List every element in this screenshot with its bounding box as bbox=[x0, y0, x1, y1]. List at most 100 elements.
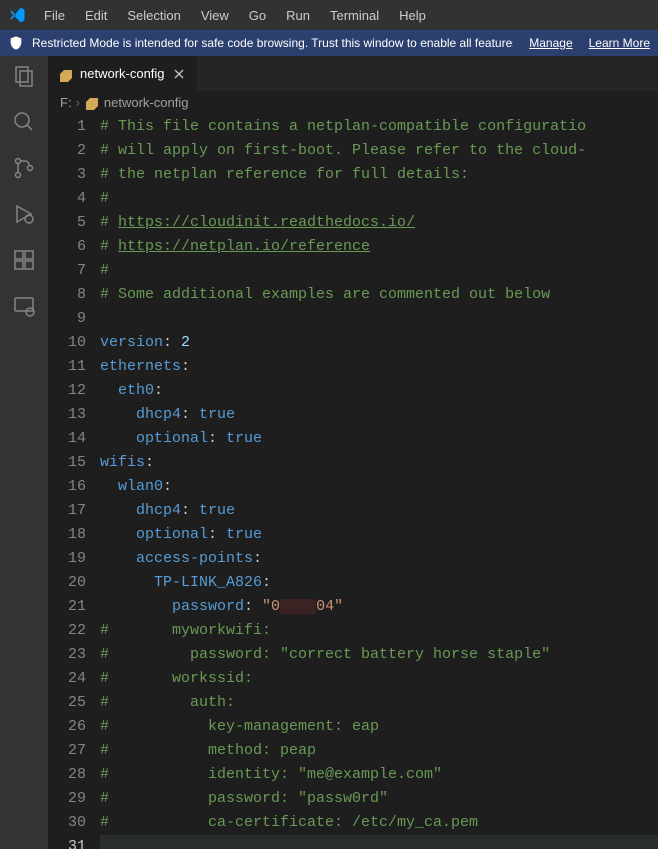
menu-item-go[interactable]: Go bbox=[241, 4, 274, 27]
line-number: 25 bbox=[48, 691, 86, 715]
breadcrumb-file[interactable]: network-config bbox=[104, 95, 189, 110]
line-number: 13 bbox=[48, 403, 86, 427]
menu-item-view[interactable]: View bbox=[193, 4, 237, 27]
line-number: 28 bbox=[48, 763, 86, 787]
manage-link[interactable]: Manage bbox=[529, 36, 572, 50]
code-line[interactable]: # identity: "me@example.com" bbox=[100, 763, 658, 787]
code-line[interactable]: # bbox=[100, 187, 658, 211]
code-line[interactable]: optional: true bbox=[100, 523, 658, 547]
tab-label: network-config bbox=[80, 66, 165, 81]
restricted-message: Restricted Mode is intended for safe cod… bbox=[32, 36, 513, 50]
line-number: 23 bbox=[48, 643, 86, 667]
code-line[interactable]: # ca-certificate: /etc/my_ca.pem bbox=[100, 811, 658, 835]
line-number: 7 bbox=[48, 259, 86, 283]
menu-item-selection[interactable]: Selection bbox=[119, 4, 188, 27]
line-number: 15 bbox=[48, 451, 86, 475]
code-line[interactable]: ethernets: bbox=[100, 355, 658, 379]
line-number: 20 bbox=[48, 571, 86, 595]
code-line[interactable]: wifis: bbox=[100, 451, 658, 475]
breadcrumb-drive[interactable]: F: bbox=[60, 95, 72, 110]
line-number: 26 bbox=[48, 715, 86, 739]
code-line[interactable]: # bbox=[100, 259, 658, 283]
remote-icon[interactable] bbox=[12, 294, 36, 318]
code-line[interactable]: access-points: bbox=[100, 547, 658, 571]
line-number: 9 bbox=[48, 307, 86, 331]
code-line[interactable]: # will apply on first-boot. Please refer… bbox=[100, 139, 658, 163]
line-number: 10 bbox=[48, 331, 86, 355]
code-line[interactable]: # myworkwifi: bbox=[100, 619, 658, 643]
code-lines[interactable]: # This file contains a netplan-compatibl… bbox=[100, 113, 658, 849]
line-number: 11 bbox=[48, 355, 86, 379]
code-line[interactable]: # password: "passw0rd" bbox=[100, 787, 658, 811]
code-line[interactable]: # This file contains a netplan-compatibl… bbox=[100, 115, 658, 139]
line-number: 17 bbox=[48, 499, 86, 523]
file-icon bbox=[84, 94, 100, 110]
code-line[interactable]: password: "004" bbox=[100, 595, 658, 619]
line-number-gutter: 1234567891011121314151617181920212223242… bbox=[48, 113, 100, 849]
line-number: 16 bbox=[48, 475, 86, 499]
extensions-icon[interactable] bbox=[12, 248, 36, 272]
title-bar: File Edit Selection View Go Run Terminal… bbox=[0, 0, 658, 30]
line-number: 12 bbox=[48, 379, 86, 403]
chevron-right-icon: › bbox=[76, 95, 80, 110]
line-number: 2 bbox=[48, 139, 86, 163]
line-number: 4 bbox=[48, 187, 86, 211]
run-debug-icon[interactable] bbox=[12, 202, 36, 226]
file-icon bbox=[58, 66, 74, 82]
code-line[interactable] bbox=[100, 835, 658, 849]
line-number: 19 bbox=[48, 547, 86, 571]
tab-bar: network-config bbox=[48, 56, 658, 91]
line-number: 22 bbox=[48, 619, 86, 643]
code-line[interactable]: version: 2 bbox=[100, 331, 658, 355]
menu-item-run[interactable]: Run bbox=[278, 4, 318, 27]
code-line[interactable]: optional: true bbox=[100, 427, 658, 451]
activity-bar bbox=[0, 56, 48, 849]
code-line[interactable]: # password: "correct battery horse stapl… bbox=[100, 643, 658, 667]
main-area: network-config F: › network-config 12345… bbox=[0, 56, 658, 849]
vscode-logo-icon bbox=[8, 6, 26, 24]
menu-item-edit[interactable]: Edit bbox=[77, 4, 115, 27]
line-number: 18 bbox=[48, 523, 86, 547]
code-line[interactable]: # key-management: eap bbox=[100, 715, 658, 739]
explorer-icon[interactable] bbox=[12, 64, 36, 88]
restricted-mode-banner: Restricted Mode is intended for safe cod… bbox=[0, 30, 658, 56]
code-line[interactable]: # method: peap bbox=[100, 739, 658, 763]
line-number: 29 bbox=[48, 787, 86, 811]
code-editor[interactable]: 1234567891011121314151617181920212223242… bbox=[48, 113, 658, 849]
source-control-icon[interactable] bbox=[12, 156, 36, 180]
menu-item-file[interactable]: File bbox=[36, 4, 73, 27]
code-line[interactable]: dhcp4: true bbox=[100, 499, 658, 523]
menu-item-terminal[interactable]: Terminal bbox=[322, 4, 387, 27]
close-icon[interactable] bbox=[171, 66, 187, 82]
search-icon[interactable] bbox=[12, 110, 36, 134]
line-number: 21 bbox=[48, 595, 86, 619]
learn-more-link[interactable]: Learn More bbox=[589, 36, 650, 50]
redacted-text bbox=[280, 599, 316, 614]
line-number: 31 bbox=[48, 835, 86, 849]
menu-item-help[interactable]: Help bbox=[391, 4, 434, 27]
line-number: 8 bbox=[48, 283, 86, 307]
breadcrumb[interactable]: F: › network-config bbox=[48, 91, 658, 113]
line-number: 5 bbox=[48, 211, 86, 235]
code-line[interactable]: # workssid: bbox=[100, 667, 658, 691]
line-number: 14 bbox=[48, 427, 86, 451]
code-line[interactable]: # auth: bbox=[100, 691, 658, 715]
code-line[interactable]: # the netplan reference for full details… bbox=[100, 163, 658, 187]
code-line[interactable]: TP-LINK_A826: bbox=[100, 571, 658, 595]
code-line[interactable]: # https://cloudinit.readthedocs.io/ bbox=[100, 211, 658, 235]
code-line[interactable] bbox=[100, 307, 658, 331]
shield-icon bbox=[8, 35, 24, 51]
code-line[interactable]: eth0: bbox=[100, 379, 658, 403]
code-line[interactable]: # https://netplan.io/reference bbox=[100, 235, 658, 259]
line-number: 24 bbox=[48, 667, 86, 691]
code-line[interactable]: dhcp4: true bbox=[100, 403, 658, 427]
tab-network-config[interactable]: network-config bbox=[48, 56, 198, 91]
line-number: 1 bbox=[48, 115, 86, 139]
line-number: 30 bbox=[48, 811, 86, 835]
line-number: 27 bbox=[48, 739, 86, 763]
line-number: 3 bbox=[48, 163, 86, 187]
code-line[interactable]: wlan0: bbox=[100, 475, 658, 499]
code-line[interactable]: # Some additional examples are commented… bbox=[100, 283, 658, 307]
editor-area: network-config F: › network-config 12345… bbox=[48, 56, 658, 849]
line-number: 6 bbox=[48, 235, 86, 259]
